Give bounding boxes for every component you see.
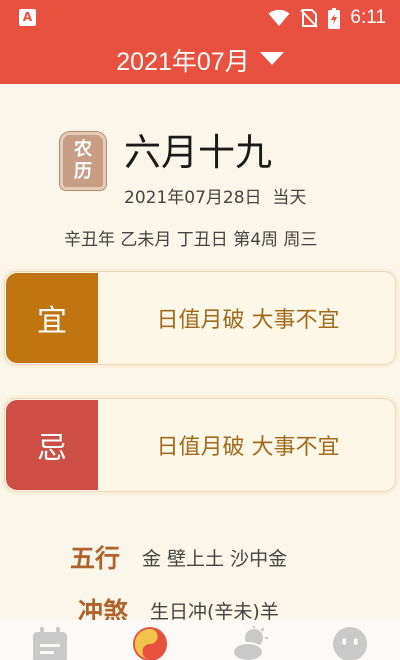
solar-date: 2021年07月28日 (124, 188, 262, 208)
today-label: 当天 (272, 188, 307, 208)
month-label: 2021年07月 (116, 48, 250, 76)
month-selector[interactable]: 2021年07月 (0, 36, 400, 84)
status-bar: A 6:11 (0, 0, 400, 36)
day-detail: 农 历 六月十九 2021年07月28日 当天 辛丑年 乙未月 丁丑日 第4周 … (0, 84, 400, 620)
no-sim-icon (300, 9, 319, 28)
calendar-icon (33, 627, 67, 660)
lunar-date: 六月十九 (124, 131, 272, 174)
wuxing-value: 金 壁上土 沙中金 (142, 547, 288, 570)
chongsha-label: 冲煞 (78, 597, 129, 620)
solar-date-line: 2021年07月28日 当天 (124, 183, 306, 208)
avoid-tag: 忌 (6, 400, 98, 490)
wuxing-row: 五行 金 壁上土 沙中金 (70, 539, 287, 575)
wifi-icon (268, 9, 290, 26)
weather-icon (232, 626, 269, 660)
badge-char-top: 农 (74, 139, 92, 160)
nav-almanac[interactable] (130, 626, 170, 660)
clock: 6:11 (350, 7, 386, 28)
yin-yang-icon (132, 626, 168, 660)
battery-charging-icon (328, 7, 341, 29)
badge-char-bottom: 历 (74, 161, 92, 182)
avoid-text: 日值月破 大事不宜 (156, 435, 340, 460)
status-icons: 6:11 (268, 7, 386, 29)
suitable-text: 日值月破 大事不宜 (156, 308, 340, 333)
face-icon (332, 626, 368, 660)
title-bar: 2021年07月 (0, 36, 400, 84)
suitable-tag: 宜 (6, 273, 98, 363)
chongsha-value: 生日冲(辛未)羊 (150, 600, 279, 621)
nav-weather[interactable] (230, 626, 270, 660)
ganzhi-line: 辛丑年 乙未月 丁丑日 第4周 周三 (64, 230, 318, 250)
caret-down-icon (259, 51, 284, 65)
lunar-calendar-badge: 农 历 (60, 132, 106, 190)
wuxing-label: 五行 (70, 544, 121, 573)
chongsha-row: 冲煞 生日冲(辛未)羊 (78, 592, 279, 620)
nav-calendar[interactable] (30, 626, 70, 660)
avoid-card[interactable]: 忌 日值月破 大事不宜 (4, 398, 396, 492)
suitable-card[interactable]: 宜 日值月破 大事不宜 (4, 271, 396, 365)
bottom-nav (0, 620, 400, 660)
nav-profile[interactable] (330, 626, 370, 660)
app-notification-icon: A (19, 9, 36, 26)
